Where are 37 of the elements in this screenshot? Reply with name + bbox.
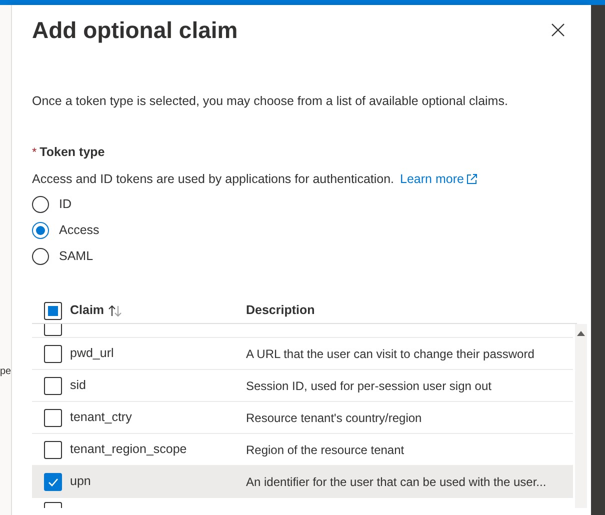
radio-option[interactable]: Access [32, 220, 587, 240]
table-cell-text: A URL that the user can visit to change their password [246, 346, 534, 363]
table-cell-text: Session ID, used for per-session user sign out [246, 378, 492, 395]
row-checkbox[interactable] [44, 440, 62, 459]
table-cell-text: Resource tenant's country/region [246, 410, 422, 427]
table-cell-text: sid [70, 377, 87, 394]
field-label: Token type [40, 144, 105, 161]
table-cell-text: tenant_region_scope [70, 441, 188, 458]
table-cell-text: upn [70, 473, 92, 490]
row-checkbox[interactable] [44, 408, 62, 427]
table-row[interactable]: upn An identifier for the user that can be used with the user... [32, 466, 574, 498]
table-cell-text: tenant_ctry [70, 409, 133, 426]
panel-title: Add optional claim [32, 16, 238, 45]
radio-option[interactable]: SAML [32, 246, 587, 266]
background-text: pe [0, 367, 11, 377]
learn-more-link[interactable]: Learn more [400, 170, 478, 188]
row-checkbox[interactable] [44, 376, 62, 395]
scroll-up-icon[interactable] [577, 330, 585, 336]
row-checkbox[interactable] [44, 344, 62, 363]
radio-button[interactable] [32, 196, 49, 213]
table-cell-text: An identifier for the user that can be used with the user... [246, 474, 546, 491]
select-all-checkbox[interactable] [44, 302, 62, 320]
sort-icon [108, 304, 122, 317]
required-asterisk: * [32, 144, 37, 162]
scrollbar[interactable] [575, 324, 587, 508]
help-text: Access and ID tokens are used by applications for authentication. [32, 170, 394, 188]
column-header[interactable]: Claim [70, 301, 230, 320]
radio-button[interactable] [32, 222, 49, 239]
external-link-icon [466, 172, 478, 185]
intro-text: Once a token type is selected, you may choose from a list of available optional claims. [32, 93, 509, 110]
row-checkbox[interactable] [44, 472, 62, 491]
close-icon[interactable] [551, 23, 565, 37]
table-cell-text: pwd_url [70, 345, 115, 362]
column-header: Description [246, 302, 315, 320]
radio-button[interactable] [32, 248, 49, 265]
radio-option[interactable]: ID [32, 194, 587, 214]
table-cell-text: Region of the resource tenant [246, 442, 404, 459]
